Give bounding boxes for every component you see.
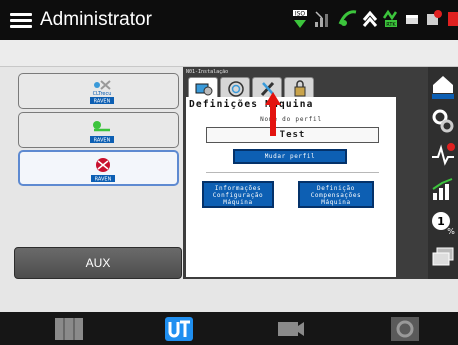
machine-info-line2: Configuração [212,192,264,199]
tab-lock[interactable] [284,77,314,97]
vt-page: Definições Máquina Nome do perfil Test M… [186,92,426,277]
svg-text:RTK: RTK [386,22,396,28]
highlight-arrow-icon [265,92,281,136]
implement-item-boom[interactable]: RAVEN [18,112,179,148]
number-percent-icon[interactable]: 1 % [430,209,456,237]
svg-text:ISO: ISO [295,11,306,18]
camera-icon[interactable] [276,316,306,342]
field-computer-icon: RAVEN [91,158,115,183]
raven-brand: RAVEN [94,138,111,144]
gears-icon[interactable] [430,107,456,135]
cltrecu-name: CLTrecu [93,91,112,97]
aux-button[interactable]: AUX [14,247,182,279]
window-icon [406,15,418,24]
raven-brand: RAVEN [94,99,111,105]
compensation-line1: Definição [317,185,355,192]
page-header: Definições Máquina [186,97,396,113]
target-icon [228,81,244,97]
page-content: Nome do perfil Test Mudar perfil Informa… [186,113,396,277]
tab-target[interactable] [220,77,250,97]
implement-item-field-computer[interactable]: RAVEN [18,150,179,186]
profile-name-field[interactable]: Test [206,127,379,143]
svg-text:%: % [447,227,455,236]
alarm-icon [448,12,458,26]
map-icon[interactable] [54,316,84,342]
raven-brand: RAVEN [95,177,112,183]
header-band [0,40,458,67]
right-icon-strip: 1 % [428,67,458,279]
chart-icon[interactable] [430,175,456,203]
lock-icon [294,80,306,97]
page-title: Definições Máquina [189,99,314,110]
implement-list: CLTrecu RAVEN RAVEN RAVEN AUX [0,67,185,312]
boom-implement-icon: RAVEN [90,121,114,144]
status-icons: ISO RTK [0,8,458,32]
machine-info-line1: Informações [214,185,262,192]
compensation-line3: Máquina [321,199,351,206]
section-divider [206,172,379,173]
svg-text:1: 1 [437,215,445,228]
signal-icon [315,11,328,27]
machine-setup-icon [195,83,213,96]
chevron-up-icon [362,10,378,27]
rtk-badge-icon: RTK [382,9,398,28]
cltrecu-logo-icon: CLTrecu RAVEN [90,80,114,105]
lower-band [0,279,458,312]
tab-machine-setup[interactable] [188,77,218,99]
virtual-terminal: N01-Instalação Definições Máquina Nome d… [183,67,429,279]
iso-badge-icon: ISO [293,10,307,28]
vt-caption: N01-Instalação [186,69,229,75]
diagnostics-icon[interactable] [430,141,456,169]
machine-info-button[interactable]: Informações Configuração Máquina [202,181,274,208]
bottom-bar [0,312,458,345]
compensation-line2: Compensações [310,192,362,199]
profile-name-label: Nome do perfil [260,116,322,123]
change-profile-button[interactable]: Mudar perfil [233,149,347,164]
implement-item-cltrecu[interactable]: CLTrecu RAVEN [18,73,179,109]
raven-home-icon[interactable] [430,73,456,101]
ut-icon[interactable] [164,316,194,342]
screens-icon[interactable] [430,243,456,271]
alert-icon [427,10,442,25]
settings-gear-icon[interactable] [390,316,420,342]
top-bar: Administrator ISO RTK [0,0,458,40]
machine-info-line3: Máquina [223,199,253,206]
gps-icon [338,10,357,26]
machine-compensation-button[interactable]: Definição Compensações Máquina [298,181,374,208]
